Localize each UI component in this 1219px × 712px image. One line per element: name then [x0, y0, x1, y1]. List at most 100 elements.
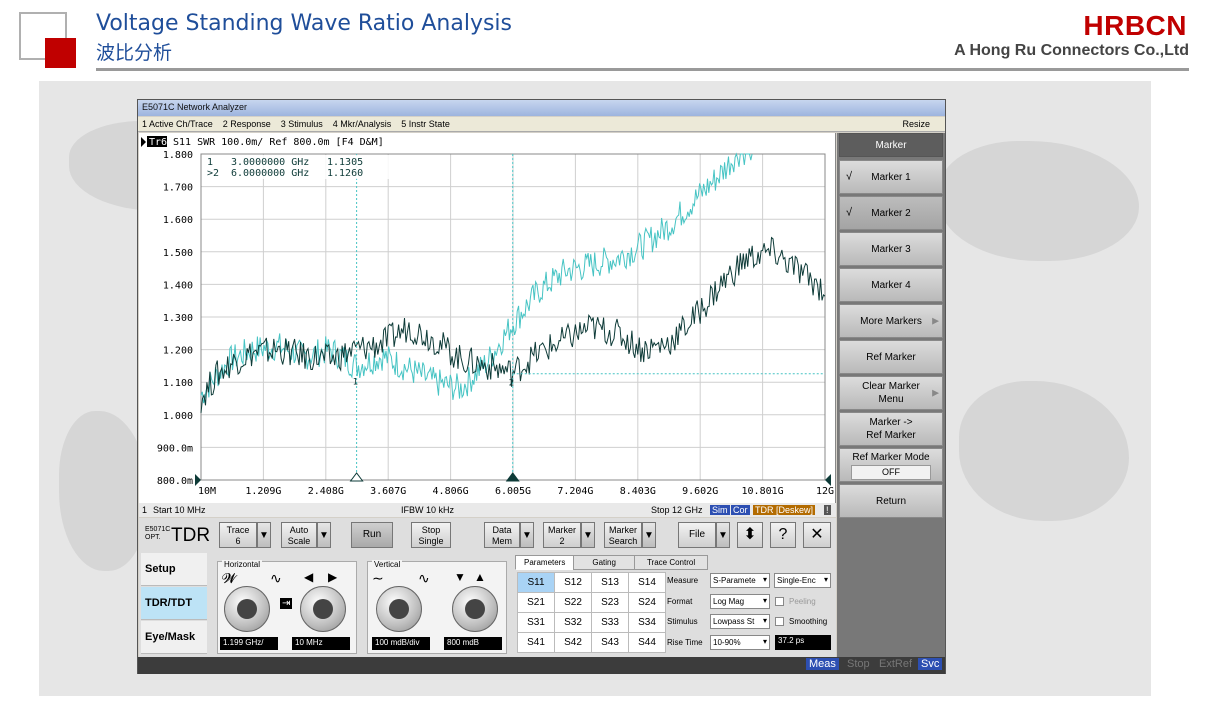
sparam-s31[interactable]: S31: [517, 612, 555, 633]
marker-position-icon[interactable]: [505, 472, 520, 482]
autoscale-dropdown-icon[interactable]: ▼: [317, 522, 331, 548]
tab-setup[interactable]: Setup: [141, 553, 207, 586]
softkey-marker-4[interactable]: Marker 4: [839, 268, 943, 302]
menu-mkr-analysis[interactable]: 4 Mkr/Analysis: [333, 119, 392, 129]
tab-gating[interactable]: Gating: [573, 555, 635, 570]
trace-header-text: S11 SWR 100.0m/ Ref 800.0m [F4 D&M]: [173, 137, 384, 148]
stop-label: Stop: [421, 525, 441, 535]
smoothing-checkbox[interactable]: [775, 617, 784, 626]
menu-stimulus[interactable]: 3 Stimulus: [281, 119, 323, 129]
sparam-s34[interactable]: S34: [628, 612, 666, 633]
menu-active-ch-trace[interactable]: 1 Active Ch/Trace: [142, 119, 213, 129]
link-arrow-icon[interactable]: ⇥: [280, 598, 293, 609]
softkey-marker-2[interactable]: √ Marker 2: [839, 196, 943, 230]
softkey-more-markers[interactable]: More Markers ▶: [839, 304, 943, 338]
sparam-s21[interactable]: S21: [517, 592, 555, 613]
zoom-out-wave-icon[interactable]: 𝓦: [222, 570, 237, 587]
datamem-dropdown-icon[interactable]: ▼: [520, 522, 534, 548]
map-landmass: [959, 381, 1129, 521]
sparam-s24[interactable]: S24: [628, 592, 666, 613]
horizontal-position-knob[interactable]: [300, 586, 346, 632]
sparam-s11[interactable]: S11: [517, 572, 555, 593]
vertical-scale-knob[interactable]: [376, 586, 422, 632]
tab-tdr-tdt[interactable]: TDR/TDT: [141, 587, 207, 620]
trace-button[interactable]: Trace 6: [219, 522, 257, 548]
right-arrow-icon[interactable]: ▶: [328, 570, 337, 584]
tab-eye-mask[interactable]: Eye/Mask: [141, 621, 207, 654]
softkey-label: Clear Marker: [862, 381, 920, 392]
markersearch-dropdown-icon[interactable]: ▼: [642, 522, 656, 548]
measurement-plot[interactable]: Tr6 S11 SWR 100.0m/ Ref 800.0m [F4 D&M] 1.…: [139, 133, 836, 503]
softkey-marker-1[interactable]: √ Marker 1: [839, 160, 943, 194]
marker-position-icon[interactable]: [349, 472, 364, 482]
menu-instr-state[interactable]: 5 Instr State: [401, 119, 450, 129]
softkey-return[interactable]: Return: [839, 484, 943, 518]
run-button[interactable]: Run: [351, 522, 393, 548]
up-arrow-icon[interactable]: ▲: [474, 570, 486, 584]
marker-readout-freq: 6.0000000 GHz: [231, 168, 309, 179]
vertical-reference-knob[interactable]: [452, 586, 498, 632]
auto-scale-button[interactable]: Auto Scale: [281, 522, 317, 548]
zoom-in-wave-icon[interactable]: ∿: [270, 570, 282, 587]
swap-updown-icon[interactable]: ⬍: [737, 522, 763, 548]
y-tick-label: 900.0m: [157, 443, 193, 454]
sparam-s43[interactable]: S43: [591, 632, 629, 653]
sparam-s23[interactable]: S23: [591, 592, 629, 613]
marker-readout-label: 1: [207, 157, 213, 168]
resize-button[interactable]: Resize: [902, 119, 930, 129]
measure-select[interactable]: S-Paramete: [710, 573, 770, 588]
vertical-reference-value[interactable]: 800 mdB: [444, 637, 502, 650]
s-parameter-grid: S11 S12 S13 S14 S21 S22 S23 S24 S31 S32 …: [517, 572, 666, 653]
stop-single-button[interactable]: Stop Single: [411, 522, 451, 548]
horizontal-scale-value[interactable]: 1.199 GHz/: [220, 637, 278, 650]
softkey-clear-marker-menu[interactable]: Clear Marker Menu ▶: [839, 376, 943, 410]
stimulus-select[interactable]: Lowpass St: [710, 614, 770, 629]
data-mem-button[interactable]: Data Mem: [484, 522, 520, 548]
left-arrow-icon[interactable]: ◀: [304, 570, 313, 584]
file-button[interactable]: File: [678, 522, 716, 548]
softkey-marker-3[interactable]: Marker 3: [839, 232, 943, 266]
help-icon[interactable]: ?: [770, 522, 796, 548]
sparam-s13[interactable]: S13: [591, 572, 629, 593]
stop-frequency: Stop 12 GHz: [651, 505, 703, 515]
zoom-out-wave-icon[interactable]: ∼: [372, 570, 384, 587]
softkey-ref-marker-mode[interactable]: Ref Marker Mode OFF: [839, 448, 943, 482]
rise-time-select[interactable]: 10-90%: [710, 635, 770, 650]
softkey-ref-marker[interactable]: Ref Marker: [839, 340, 943, 374]
marker-search-button[interactable]: Marker Search: [604, 522, 642, 548]
measure-mode-select[interactable]: Single-Enc: [774, 573, 831, 588]
vertical-scale-value[interactable]: 100 mdB/div: [372, 637, 430, 650]
file-dropdown-icon[interactable]: ▼: [716, 522, 730, 548]
menu-response[interactable]: 2 Response: [223, 119, 271, 129]
horizontal-start-value[interactable]: 10 MHz: [292, 637, 350, 650]
rise-time-value[interactable]: 37.2 ps: [775, 635, 831, 650]
sparam-s22[interactable]: S22: [554, 592, 592, 613]
auto-scale-label: Auto: [289, 525, 309, 535]
sparam-s33[interactable]: S33: [591, 612, 629, 633]
horizontal-scale-knob[interactable]: [224, 586, 270, 632]
zoom-in-wave-icon[interactable]: ∿: [418, 570, 430, 587]
softkey-marker-to-ref-marker[interactable]: Marker -> Ref Marker: [839, 412, 943, 446]
tab-trace-control[interactable]: Trace Control: [633, 555, 709, 570]
trace-tag[interactable]: Tr6: [149, 137, 167, 148]
marker-dropdown-icon[interactable]: ▼: [581, 522, 595, 548]
tab-parameters[interactable]: Parameters: [515, 555, 575, 570]
marker-button[interactable]: Marker 2: [543, 522, 581, 548]
y-tick-label: 1.100: [163, 378, 193, 389]
channel-number: 1: [142, 505, 148, 515]
sparam-s14[interactable]: S14: [628, 572, 666, 593]
peeling-checkbox[interactable]: [775, 597, 784, 606]
sparam-s32[interactable]: S32: [554, 612, 592, 633]
sparam-s41[interactable]: S41: [517, 632, 555, 653]
trace-dropdown-icon[interactable]: ▼: [257, 522, 271, 548]
sparam-s44[interactable]: S44: [628, 632, 666, 653]
option-label: OPT.: [145, 534, 161, 541]
format-select[interactable]: Log Mag: [710, 594, 770, 609]
down-arrow-icon[interactable]: ▼: [454, 570, 466, 584]
softkey-label: More Markers: [860, 315, 922, 327]
start-frequency: Start 10 MHz: [153, 505, 206, 515]
sparam-s12[interactable]: S12: [554, 572, 592, 593]
close-icon[interactable]: ✕: [803, 522, 831, 548]
marker-point-label: 2: [509, 379, 514, 389]
sparam-s42[interactable]: S42: [554, 632, 592, 653]
